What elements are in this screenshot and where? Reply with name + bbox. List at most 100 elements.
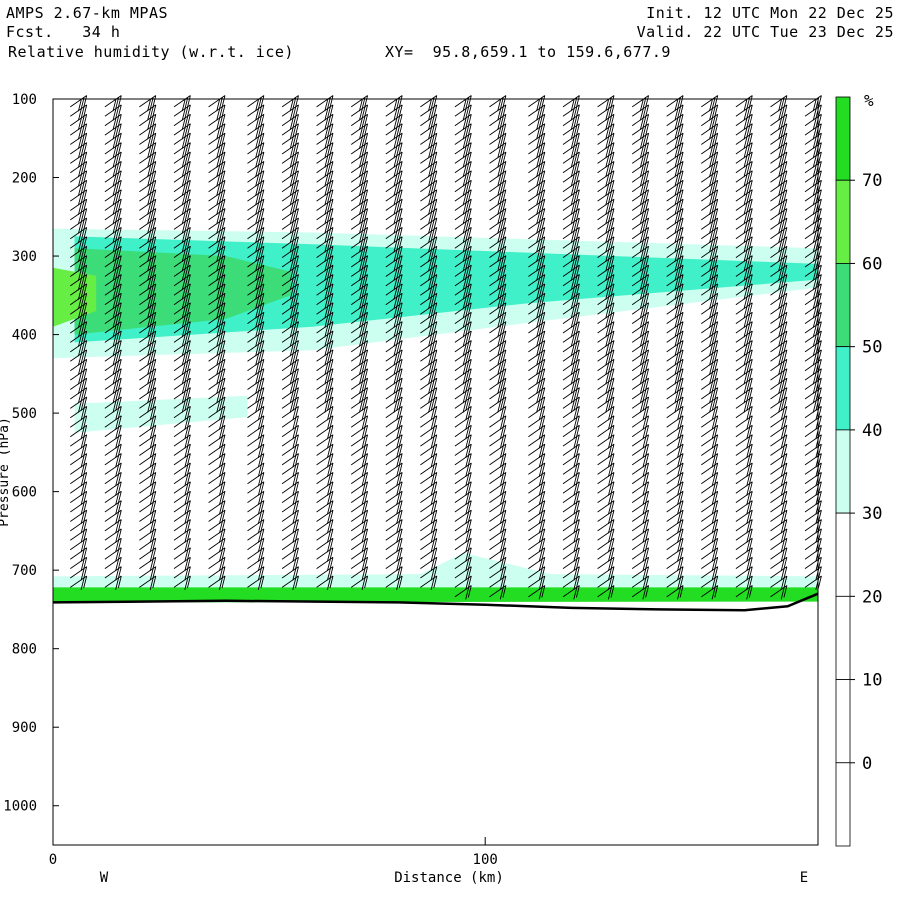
wind-barb bbox=[139, 161, 157, 178]
wind-barb bbox=[701, 311, 719, 328]
barb-column-18 bbox=[701, 95, 719, 600]
barb-column-9 bbox=[385, 95, 403, 591]
wind-barb bbox=[489, 142, 507, 159]
wind-barb bbox=[70, 179, 88, 197]
wind-barb bbox=[420, 208, 438, 225]
wind-barb bbox=[666, 321, 684, 338]
wind-barb bbox=[562, 349, 580, 366]
wind-barb bbox=[770, 311, 788, 328]
wind-barb bbox=[528, 330, 546, 347]
wind-barb bbox=[385, 198, 403, 215]
wind-barb bbox=[701, 330, 719, 347]
barb-column-19 bbox=[735, 95, 753, 600]
wind-barb bbox=[350, 123, 369, 140]
colorbar-band bbox=[835, 429, 851, 514]
wind-barb bbox=[70, 95, 88, 112]
wind-barb bbox=[666, 217, 684, 234]
wind-barb bbox=[562, 170, 580, 187]
wind-barb bbox=[281, 179, 299, 197]
wind-barb bbox=[420, 161, 438, 178]
wind-barb bbox=[701, 189, 719, 206]
wind-barb bbox=[454, 208, 472, 225]
wind-barb bbox=[70, 208, 88, 225]
x-axis: 0 100 bbox=[49, 837, 498, 868]
wind-barb bbox=[420, 142, 438, 159]
wind-barb bbox=[597, 321, 615, 338]
wind-barb bbox=[631, 123, 650, 140]
wind-barb bbox=[281, 349, 299, 366]
wind-barb bbox=[631, 217, 650, 234]
wind-barb bbox=[489, 95, 507, 112]
wind-barb bbox=[770, 349, 788, 366]
wind-barb bbox=[139, 358, 157, 376]
wind-barb bbox=[385, 387, 403, 404]
wind-barb bbox=[597, 113, 615, 131]
wind-barb bbox=[281, 208, 299, 225]
wind-barb bbox=[631, 151, 650, 168]
wind-barb bbox=[804, 217, 822, 234]
wind-barb bbox=[173, 208, 191, 225]
wind-barb bbox=[770, 161, 788, 178]
wind-barb bbox=[70, 387, 88, 404]
wind-barb bbox=[528, 113, 546, 131]
wind-barb bbox=[385, 142, 403, 159]
wind-barb bbox=[735, 198, 753, 215]
colorbar-label: 50 bbox=[862, 338, 882, 358]
wind-barb bbox=[562, 132, 580, 149]
wind-barb bbox=[666, 330, 684, 347]
y-tick-label: 200 bbox=[12, 171, 37, 187]
wind-barb bbox=[489, 217, 507, 234]
colorbar-band bbox=[835, 179, 851, 264]
wind-barb bbox=[631, 161, 650, 178]
wind-barb bbox=[281, 198, 299, 215]
wind-barb bbox=[173, 377, 191, 394]
plot-frame bbox=[52, 98, 819, 846]
wind-barb bbox=[489, 396, 507, 413]
wind-barb bbox=[420, 113, 438, 131]
wind-barb bbox=[385, 104, 403, 121]
wind-barb bbox=[350, 396, 369, 413]
wind-barb bbox=[208, 377, 226, 394]
wind-barb bbox=[385, 377, 403, 394]
wind-barb bbox=[735, 123, 753, 140]
wind-barb bbox=[454, 95, 472, 112]
wind-barb bbox=[735, 208, 753, 225]
wind-barb bbox=[562, 151, 580, 168]
wind-barb bbox=[247, 189, 265, 206]
wind-barb bbox=[208, 142, 226, 159]
wind-barb bbox=[701, 104, 719, 121]
wind-barb bbox=[562, 113, 580, 131]
wind-barb bbox=[562, 358, 580, 376]
wind-barb bbox=[247, 358, 265, 376]
wind-barb bbox=[208, 179, 226, 197]
wind-barb bbox=[70, 198, 88, 215]
wind-barb bbox=[770, 368, 788, 385]
wind-barb bbox=[454, 142, 472, 159]
wind-barb bbox=[350, 161, 369, 178]
wind-barb bbox=[735, 311, 753, 328]
wind-barb bbox=[597, 227, 615, 244]
wind-barb bbox=[631, 311, 650, 328]
wind-barb bbox=[385, 113, 403, 131]
wind-barb bbox=[70, 358, 88, 376]
wind-barb bbox=[701, 227, 719, 244]
wind-barb bbox=[139, 179, 157, 197]
wind-barb bbox=[104, 208, 122, 225]
wind-barb bbox=[247, 123, 265, 140]
wind-barb bbox=[316, 396, 334, 413]
wind-barb bbox=[804, 396, 822, 413]
colorbar-band bbox=[835, 679, 851, 764]
y-tick-label: 400 bbox=[12, 328, 37, 344]
wind-barb bbox=[281, 358, 299, 376]
wind-barb bbox=[770, 170, 788, 187]
wind-barb bbox=[316, 170, 334, 187]
wind-barb bbox=[350, 151, 369, 168]
wind-barb bbox=[350, 387, 369, 404]
wind-barb bbox=[420, 396, 438, 413]
colorbar-label: 0 bbox=[862, 754, 872, 774]
wind-barb bbox=[597, 198, 615, 215]
wind-barb bbox=[666, 396, 684, 413]
wind-barb bbox=[701, 161, 719, 178]
wind-barb bbox=[70, 123, 88, 140]
wind-barb bbox=[770, 189, 788, 206]
